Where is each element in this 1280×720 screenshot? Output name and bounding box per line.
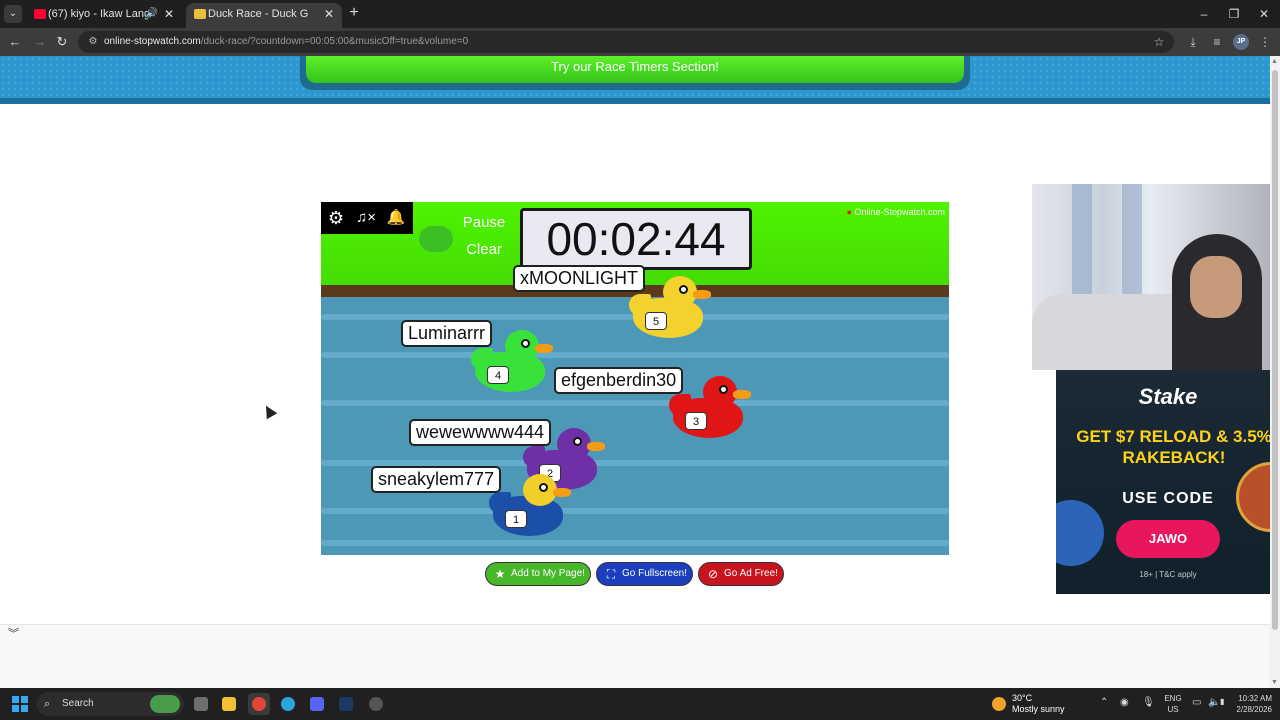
discord-icon[interactable] <box>306 693 328 715</box>
page-scrollbar[interactable]: ▲ ▼ <box>1270 56 1280 688</box>
webcam-overlay <box>1032 184 1270 370</box>
language-indicator[interactable]: ENG US <box>1163 693 1183 715</box>
reload-icon[interactable]: ↻ <box>52 32 72 52</box>
top-banner: Try our Race Timers Section! <box>0 56 1270 104</box>
fullscreen-icon: ⛶ <box>606 567 616 581</box>
profile-avatar[interactable]: JP <box>1233 34 1249 50</box>
app-icon[interactable] <box>365 693 387 715</box>
close-tab-icon[interactable]: ✕ <box>162 3 176 25</box>
brand-logo[interactable]: ● Online-Stopwatch.com <box>847 207 946 217</box>
windows-start-icon[interactable] <box>12 696 28 712</box>
no-ads-icon: ⊘ <box>707 567 719 581</box>
clock[interactable]: 10:32 AM 2/28/2026 <box>1226 693 1272 715</box>
duck-favicon-icon <box>194 9 206 19</box>
taskbar-search[interactable]: ⌕ Search <box>36 692 184 716</box>
telegram-icon[interactable] <box>277 693 299 715</box>
tab-title: Duck Race - Duck Games <box>208 8 308 20</box>
minimize-icon[interactable]: – <box>1194 4 1214 24</box>
youtube-icon <box>34 9 46 19</box>
tab-duck-race[interactable]: Duck Race - Duck Games ✕ <box>186 3 342 28</box>
duck-number: 5 <box>645 312 667 330</box>
scroll-down-icon[interactable]: ▼ <box>1271 679 1278 686</box>
speaker-icon[interactable]: 🔊 <box>146 3 158 25</box>
close-window-icon[interactable]: ✕ <box>1254 4 1274 24</box>
battery-icon[interactable]: ▮ <box>1220 697 1224 706</box>
sun-icon <box>992 697 1006 711</box>
search-icon: ⌕ <box>44 698 51 710</box>
tab-title: (67) kiyo - Ikaw Lang (Offic <box>48 8 148 20</box>
duck-number: 4 <box>487 366 509 384</box>
chevron-up-icon[interactable]: ⌃ <box>1100 697 1108 708</box>
wave <box>321 540 949 546</box>
bookmark-star-icon[interactable]: ☆ <box>1150 33 1168 51</box>
scroll-up-icon[interactable]: ▲ <box>1271 58 1278 65</box>
search-placeholder: Search <box>62 698 94 709</box>
duck-number: 3 <box>685 412 707 430</box>
duck-1: 1 <box>489 474 573 540</box>
tab-strip: ⌄ (67) kiyo - Ikaw Lang (Offic 🔊 ✕ Duck … <box>0 0 1280 28</box>
music-off-icon[interactable]: ♫× <box>353 206 379 230</box>
duck-name-tag: xMOONLIGHT <box>513 265 646 292</box>
tab-youtube[interactable]: (67) kiyo - Ikaw Lang (Offic 🔊 ✕ <box>26 3 182 28</box>
chevron-down-icon[interactable]: ︾ <box>8 625 22 640</box>
page-footer: ︾ <box>0 624 1270 688</box>
ad-brand-logo: Stake <box>1138 384 1198 409</box>
search-highlight-icon <box>150 695 180 713</box>
wave <box>321 400 949 406</box>
star-icon: ★ <box>494 567 506 581</box>
ball-graphic <box>1056 500 1104 566</box>
network-app-icon[interactable]: ◉ <box>1120 697 1129 708</box>
volume-icon[interactable]: 🔈 <box>1208 697 1220 708</box>
media-queue-icon[interactable]: ≡ <box>1207 32 1227 52</box>
go-fullscreen-button[interactable]: ⛶ Go Fullscreen! <box>596 562 693 586</box>
url-text[interactable]: online-stopwatch.com/duck-race/?countdow… <box>104 31 468 53</box>
toolbar: ← → ↻ ⚙ online-stopwatch.com/duck-race/?… <box>0 28 1280 56</box>
game-controls: ⚙ ♫× 🔔 <box>321 202 413 234</box>
new-tab-button[interactable]: + <box>346 5 362 21</box>
menu-kebab-icon[interactable]: ⋮ <box>1255 32 1275 52</box>
duck-race-game[interactable]: ⚙ ♫× 🔔 Pause Clear 00:02:44 ● Online-Sto… <box>321 202 949 555</box>
gear-icon[interactable]: ⚙ <box>323 206 349 230</box>
bell-icon[interactable]: 🔔 <box>383 206 409 230</box>
countdown-timer: 00:02:44 <box>520 208 752 270</box>
page-content: Try our Race Timers Section! ⚙ ♫× 🔔 Paus… <box>0 56 1270 688</box>
duck-name-tag: efgenberdin30 <box>554 367 684 394</box>
pause-button[interactable]: Pause <box>451 214 517 231</box>
race-timers-label: Try our Race Timers Section! <box>306 56 964 83</box>
file-explorer-icon[interactable] <box>218 693 240 715</box>
taskbar: ⌕ Search 30°C Mostly sunny ⌃ ◉ 🎙 ENG US ▭ … <box>0 688 1280 720</box>
duck-3: 3 <box>669 376 753 442</box>
wave <box>321 508 949 514</box>
wifi-icon[interactable]: ▭ <box>1192 697 1201 708</box>
go-ad-free-button[interactable]: ⊘ Go Ad Free! <box>698 562 784 586</box>
duck-number: 1 <box>505 510 527 528</box>
forward-icon[interactable]: → <box>30 32 50 52</box>
tab-search-button[interactable]: ⌄ <box>4 5 22 23</box>
close-tab-icon[interactable]: ✕ <box>322 3 336 25</box>
mouse-cursor <box>260 402 278 420</box>
microphone-icon[interactable]: 🎙 <box>1142 697 1155 708</box>
race-timers-button[interactable]: Try our Race Timers Section! <box>300 56 970 90</box>
scrollbar-thumb[interactable] <box>1272 70 1278 630</box>
chrome-icon[interactable] <box>248 693 270 715</box>
duck-5: 5 <box>629 276 713 342</box>
duck-name-tag: sneakylem777 <box>371 466 502 493</box>
ad-headline: GET $7 RELOAD & 3.5% RAKEBACK! <box>1076 427 1270 467</box>
ad-terms: 18+ | T&C apply <box>1139 570 1197 579</box>
download-icon[interactable]: ⤓ <box>1183 32 1203 52</box>
restore-icon[interactable]: ❐ <box>1224 4 1244 24</box>
wave <box>321 352 949 358</box>
ad-code-button[interactable]: JAWO <box>1116 520 1220 558</box>
duck-4: 4 <box>471 330 555 396</box>
back-icon[interactable]: ← <box>5 32 25 52</box>
task-view-icon[interactable] <box>190 693 212 715</box>
add-to-my-page-button[interactable]: ★ Add to My Page! <box>485 562 591 586</box>
bush <box>419 226 453 252</box>
steam-icon[interactable] <box>335 693 357 715</box>
address-bar[interactable]: ⚙ online-stopwatch.com/duck-race/?countd… <box>78 31 1174 53</box>
stake-advertisement[interactable]: Stake GET $7 RELOAD & 3.5% RAKEBACK! USE… <box>1056 370 1270 594</box>
site-info-icon[interactable]: ⚙ <box>86 35 100 49</box>
clear-button[interactable]: Clear <box>451 241 517 258</box>
ad-code-label: USE CODE <box>1122 490 1214 507</box>
